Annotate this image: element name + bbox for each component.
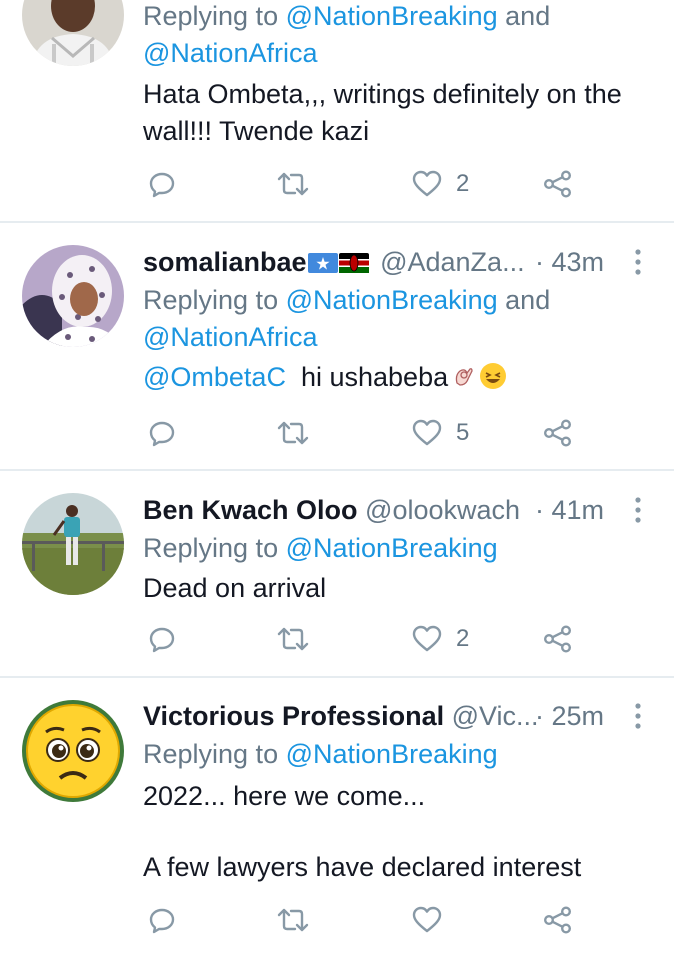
reply-button[interactable] xyxy=(148,164,176,204)
reply-icon xyxy=(148,170,176,198)
more-icon[interactable] xyxy=(634,248,642,276)
timestamp[interactable]: · 25m xyxy=(535,696,604,736)
mention-link[interactable]: @NationBreaking xyxy=(286,533,498,563)
like-button[interactable]: 2 xyxy=(412,164,469,204)
tweet-header: somalianbae @AdanZa... · 43m xyxy=(143,242,656,282)
reply-and: and xyxy=(505,285,551,315)
reply-icon xyxy=(148,625,176,653)
tweet-text: Hata Ombeta,,, writings definitely on th… xyxy=(143,79,622,109)
mention-link[interactable]: @NationBreaking xyxy=(286,285,498,315)
retweet-button[interactable] xyxy=(275,619,311,659)
tweet-text: @OmbetaC hi ushabeba xyxy=(143,359,656,396)
avatar[interactable] xyxy=(22,245,124,347)
more-icon[interactable] xyxy=(634,496,642,524)
retweet-icon xyxy=(275,419,311,447)
more-icon[interactable] xyxy=(634,702,642,730)
share-button[interactable] xyxy=(543,900,573,940)
share-icon xyxy=(543,170,573,198)
mention-link[interactable]: @OmbetaC xyxy=(143,362,286,392)
reply-context: Replying to @NationBreaking xyxy=(143,736,656,773)
ok-hand-emoji-icon xyxy=(450,363,477,389)
tweet-actions: 2 xyxy=(0,619,674,659)
tweet[interactable]: Replying to @NationBreaking and @NationA… xyxy=(0,0,674,222)
tweet-text: A few lawyers have declared interest xyxy=(143,852,582,882)
tweet-text-body: hi ushabeba xyxy=(300,362,449,392)
reply-context-line2: @NationAfrica xyxy=(143,319,656,356)
avatar[interactable] xyxy=(22,493,124,595)
tweet-text xyxy=(143,815,656,849)
tweet[interactable]: Ben Kwach Oloo @olookwach · 41m Replying… xyxy=(0,471,674,676)
timestamp[interactable]: · 41m xyxy=(535,490,604,530)
reply-feed: Replying to @NationBreaking and @NationA… xyxy=(0,0,674,956)
like-button[interactable]: 2 xyxy=(412,619,469,659)
display-name[interactable]: somalianbae xyxy=(143,247,307,277)
tweet-actions xyxy=(0,900,674,940)
avatar[interactable] xyxy=(22,0,124,66)
tweet-text: 2022... here we come... xyxy=(143,781,426,811)
like-icon xyxy=(412,170,442,198)
reply-context-line2: @NationAfrica xyxy=(143,35,656,72)
tweet-actions: 2 xyxy=(0,164,674,204)
retweet-icon xyxy=(275,170,311,198)
share-icon xyxy=(543,906,573,934)
tweet-text: Dead on arrival xyxy=(143,573,327,603)
retweet-button[interactable] xyxy=(275,164,311,204)
username[interactable]: @Vic... xyxy=(452,701,539,731)
reply-prefix: Replying to xyxy=(143,533,279,563)
mention-link[interactable]: @NationAfrica xyxy=(143,322,317,352)
kenya-flag-icon xyxy=(338,253,369,273)
laughing-face-emoji-icon xyxy=(480,363,507,389)
reply-button[interactable] xyxy=(148,413,176,453)
reply-prefix: Replying to xyxy=(143,285,279,315)
username[interactable]: @AdanZa... xyxy=(380,247,524,277)
reply-context: Replying to @NationBreaking and xyxy=(143,282,656,319)
reply-icon xyxy=(148,419,176,447)
mention-link[interactable]: @NationBreaking xyxy=(286,1,498,31)
reply-button[interactable] xyxy=(148,619,176,659)
display-name[interactable]: Ben Kwach Oloo xyxy=(143,495,358,525)
tweet-actions: 5 xyxy=(0,413,674,453)
retweet-icon xyxy=(275,906,311,934)
like-icon xyxy=(412,419,442,447)
tweet-header: Victorious Professional @Vic... · 25m xyxy=(143,696,656,736)
retweet-button[interactable] xyxy=(275,900,311,940)
reply-and: and xyxy=(505,1,551,31)
reply-button[interactable] xyxy=(148,900,176,940)
tweet[interactable]: somalianbae @AdanZa... · 43m Replying to… xyxy=(0,223,674,469)
like-count: 2 xyxy=(456,170,470,197)
retweet-icon xyxy=(275,625,311,653)
reply-context: Replying to @NationBreaking and xyxy=(143,0,656,35)
reply-prefix: Replying to xyxy=(143,739,279,769)
share-button[interactable] xyxy=(543,164,573,204)
somalia-flag-icon xyxy=(307,253,338,273)
reply-context: Replying to @NationBreaking xyxy=(143,530,656,567)
like-count: 5 xyxy=(456,419,470,446)
share-icon xyxy=(543,419,573,447)
share-icon xyxy=(543,625,573,653)
avatar[interactable] xyxy=(22,700,124,802)
tweet[interactable]: Victorious Professional @Vic... · 25m Re… xyxy=(0,678,674,956)
mention-link[interactable]: @NationAfrica xyxy=(143,38,317,68)
display-name[interactable]: Victorious Professional xyxy=(143,701,444,731)
like-count: 2 xyxy=(456,625,470,652)
timestamp[interactable]: · 43m xyxy=(535,242,604,282)
share-button[interactable] xyxy=(543,413,573,453)
reply-icon xyxy=(148,906,176,934)
tweet-header: Ben Kwach Oloo @olookwach · 41m xyxy=(143,490,656,530)
mention-link[interactable]: @NationBreaking xyxy=(286,739,498,769)
like-button[interactable]: 5 xyxy=(412,413,469,453)
like-icon xyxy=(412,906,442,934)
like-button[interactable] xyxy=(412,900,456,940)
username[interactable]: @olookwach xyxy=(365,495,520,525)
like-icon xyxy=(412,625,442,653)
tweet-text: wall!!! Twende kazi xyxy=(143,116,370,146)
retweet-button[interactable] xyxy=(275,413,311,453)
reply-prefix: Replying to xyxy=(143,1,279,31)
share-button[interactable] xyxy=(543,619,573,659)
